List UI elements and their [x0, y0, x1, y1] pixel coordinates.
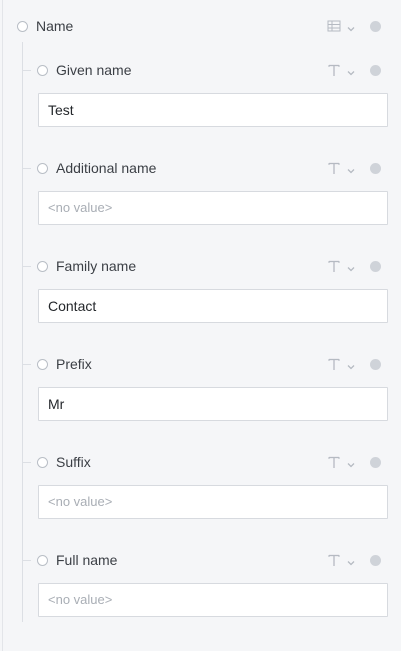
subfield-status-dot[interactable]: [370, 457, 381, 468]
subfield-label: Given name: [56, 62, 132, 78]
subfield-row: Suffix <no value>: [0, 448, 401, 546]
text-type-icon[interactable]: [327, 259, 341, 273]
subfield-status-dot[interactable]: [370, 261, 381, 272]
subfield-row: Additional name <no value>: [0, 154, 401, 252]
tree-branch-line: [22, 70, 31, 71]
text-type-icon[interactable]: [327, 455, 341, 469]
subfield-status-dot[interactable]: [370, 359, 381, 370]
tree-branch-line: [22, 266, 31, 267]
subfield-label: Full name: [56, 552, 118, 568]
subfield-value-input[interactable]: Mr: [38, 387, 388, 421]
subfield-row: Full name <no value>: [0, 546, 401, 644]
chevron-down-icon[interactable]: [346, 65, 356, 76]
text-type-icon[interactable]: [327, 63, 341, 77]
subfield-row: Family name Contact: [0, 252, 401, 350]
subfield-status-dot[interactable]: [370, 163, 381, 174]
text-type-icon[interactable]: [327, 161, 341, 175]
subfield-value-input[interactable]: <no value>: [38, 191, 388, 225]
subfield-select-radio[interactable]: [37, 359, 48, 370]
root-select-radio[interactable]: [17, 21, 28, 32]
subfield-label: Prefix: [56, 356, 92, 372]
root-status-dot[interactable]: [370, 21, 381, 32]
subfield-select-radio[interactable]: [37, 555, 48, 566]
chevron-down-icon[interactable]: [346, 21, 356, 32]
subfield-select-radio[interactable]: [37, 163, 48, 174]
subfield-select-radio[interactable]: [37, 65, 48, 76]
chevron-down-icon[interactable]: [346, 163, 356, 174]
chevron-down-icon[interactable]: [346, 555, 356, 566]
subfield-value-input[interactable]: <no value>: [38, 583, 388, 617]
table-icon[interactable]: [327, 19, 341, 33]
subfield-value-input[interactable]: Test: [38, 93, 388, 127]
text-type-icon[interactable]: [327, 553, 341, 567]
tree-branch-line: [22, 462, 31, 463]
subfield-select-radio[interactable]: [37, 261, 48, 272]
subfield-label: Suffix: [56, 454, 91, 470]
text-type-icon[interactable]: [327, 357, 341, 371]
subfield-label: Family name: [56, 258, 137, 274]
subfield-status-dot[interactable]: [370, 65, 381, 76]
subfield-row: Given name Test: [0, 56, 401, 154]
subfield-value-input[interactable]: Contact: [38, 289, 388, 323]
root-field-label: Name: [36, 18, 74, 34]
subfield-row: Prefix Mr: [0, 350, 401, 448]
chevron-down-icon[interactable]: [346, 457, 356, 468]
root-field-header: Name: [0, 14, 401, 38]
tree-branch-line: [22, 364, 31, 365]
subfield-select-radio[interactable]: [37, 457, 48, 468]
subfield-status-dot[interactable]: [370, 555, 381, 566]
chevron-down-icon[interactable]: [346, 359, 356, 370]
tree-branch-line: [22, 560, 31, 561]
subfield-value-input[interactable]: <no value>: [38, 485, 388, 519]
tree-branch-line: [22, 168, 31, 169]
chevron-down-icon[interactable]: [346, 261, 356, 272]
subfield-label: Additional name: [56, 160, 157, 176]
